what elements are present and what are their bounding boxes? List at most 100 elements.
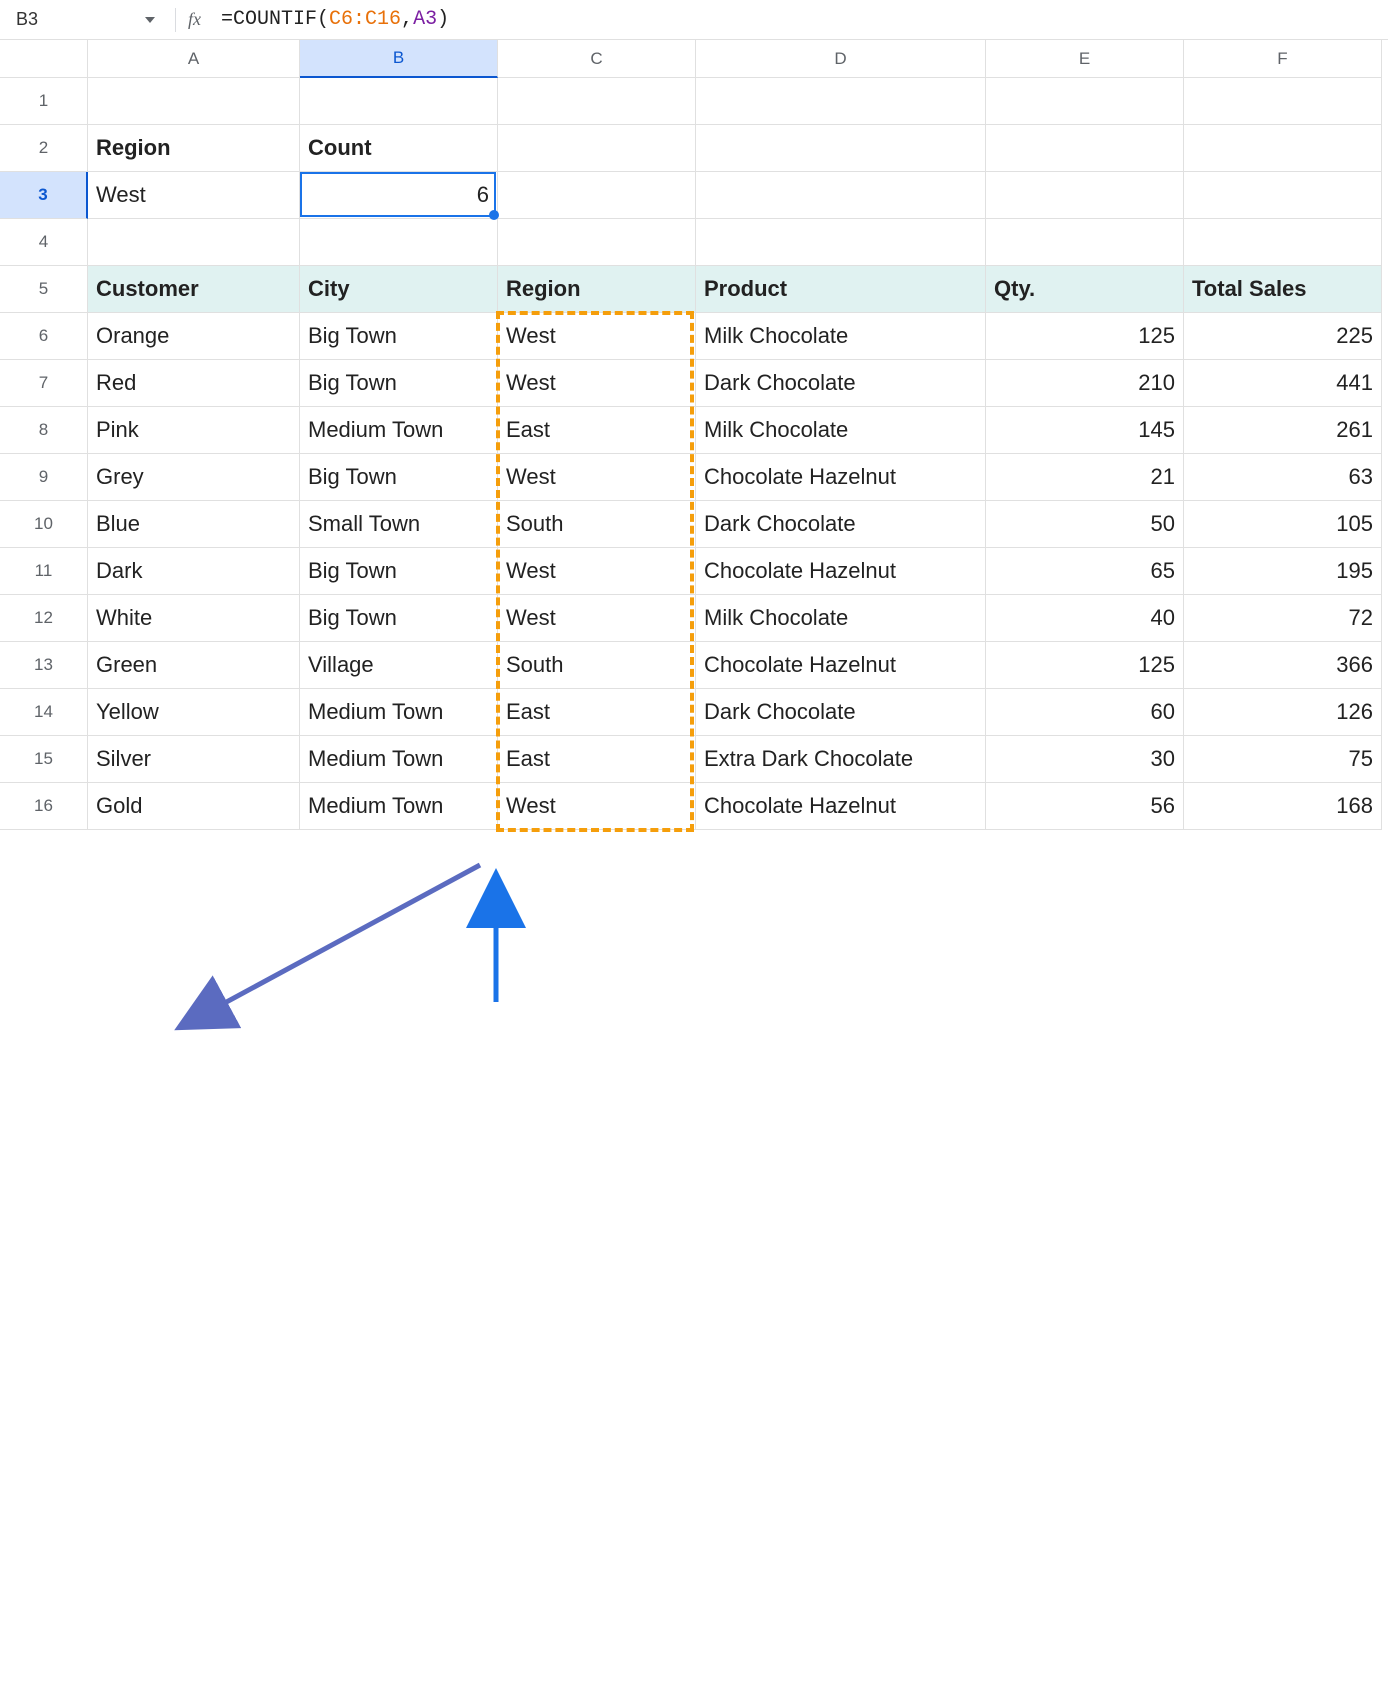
cell[interactable]: Pink — [88, 407, 300, 454]
cell[interactable] — [498, 219, 696, 266]
table-header[interactable]: Customer — [88, 266, 300, 313]
cell[interactable] — [986, 78, 1184, 125]
cell[interactable]: East — [498, 689, 696, 736]
cell[interactable]: West — [498, 595, 696, 642]
table-header[interactable]: Qty. — [986, 266, 1184, 313]
cell[interactable]: 225 — [1184, 313, 1382, 360]
cell[interactable]: Count — [300, 125, 498, 172]
cell[interactable]: East — [498, 736, 696, 783]
cell[interactable]: Dark — [88, 548, 300, 595]
row-header[interactable]: 2 — [0, 125, 88, 172]
cell[interactable]: Blue — [88, 501, 300, 548]
cell[interactable]: Big Town — [300, 360, 498, 407]
cell[interactable] — [986, 172, 1184, 219]
cell[interactable]: East — [498, 407, 696, 454]
select-all-corner[interactable] — [0, 40, 88, 78]
cell[interactable] — [696, 125, 986, 172]
cell[interactable]: South — [498, 642, 696, 689]
row-header[interactable]: 4 — [0, 219, 88, 266]
cell[interactable] — [986, 125, 1184, 172]
cell[interactable]: Green — [88, 642, 300, 689]
cell[interactable]: 40 — [986, 595, 1184, 642]
cell[interactable]: Region — [88, 125, 300, 172]
cell[interactable]: Grey — [88, 454, 300, 501]
cell[interactable]: Gold — [88, 783, 300, 830]
cell[interactable] — [498, 172, 696, 219]
cell[interactable]: 125 — [986, 313, 1184, 360]
row-header[interactable]: 8 — [0, 407, 88, 454]
cell[interactable]: Medium Town — [300, 689, 498, 736]
col-header-A[interactable]: A — [88, 40, 300, 78]
cell[interactable]: 126 — [1184, 689, 1382, 736]
cell[interactable]: 210 — [986, 360, 1184, 407]
table-header[interactable]: Product — [696, 266, 986, 313]
row-header[interactable]: 15 — [0, 736, 88, 783]
cell[interactable]: West — [498, 360, 696, 407]
row-header[interactable]: 13 — [0, 642, 88, 689]
cell[interactable]: 168 — [1184, 783, 1382, 830]
cell[interactable] — [1184, 78, 1382, 125]
cell[interactable]: Big Town — [300, 548, 498, 595]
cell[interactable]: Chocolate Hazelnut — [696, 783, 986, 830]
cell[interactable]: 50 — [986, 501, 1184, 548]
cell[interactable]: White — [88, 595, 300, 642]
cell[interactable]: 21 — [986, 454, 1184, 501]
cell[interactable]: 72 — [1184, 595, 1382, 642]
cell[interactable]: 125 — [986, 642, 1184, 689]
cell[interactable]: Red — [88, 360, 300, 407]
cell-B3[interactable]: 6 — [300, 172, 498, 219]
cell[interactable]: 145 — [986, 407, 1184, 454]
cell[interactable] — [498, 125, 696, 172]
table-header[interactable]: Region — [498, 266, 696, 313]
cell[interactable]: Village — [300, 642, 498, 689]
cell[interactable]: 60 — [986, 689, 1184, 736]
row-header[interactable]: 3 — [0, 172, 88, 219]
cell[interactable]: Milk Chocolate — [696, 595, 986, 642]
cell[interactable]: Small Town — [300, 501, 498, 548]
cell[interactable]: West — [498, 548, 696, 595]
col-header-E[interactable]: E — [986, 40, 1184, 78]
cell[interactable]: 366 — [1184, 642, 1382, 689]
col-header-F[interactable]: F — [1184, 40, 1382, 78]
cell[interactable]: Chocolate Hazelnut — [696, 548, 986, 595]
cell[interactable] — [1184, 172, 1382, 219]
row-header[interactable]: 11 — [0, 548, 88, 595]
cell[interactable]: Dark Chocolate — [696, 689, 986, 736]
cell[interactable] — [300, 78, 498, 125]
cell[interactable] — [696, 219, 986, 266]
cell[interactable]: 105 — [1184, 501, 1382, 548]
cell[interactable]: Medium Town — [300, 407, 498, 454]
cell[interactable]: 30 — [986, 736, 1184, 783]
cell[interactable]: 195 — [1184, 548, 1382, 595]
formula-input[interactable]: =COUNTIF(C6:C16,A3) — [213, 4, 1380, 35]
row-header[interactable]: 16 — [0, 783, 88, 830]
cell[interactable] — [88, 78, 300, 125]
cell[interactable]: Medium Town — [300, 783, 498, 830]
row-header[interactable]: 7 — [0, 360, 88, 407]
cell[interactable]: Chocolate Hazelnut — [696, 642, 986, 689]
cell[interactable]: Big Town — [300, 595, 498, 642]
cell[interactable]: Milk Chocolate — [696, 313, 986, 360]
cell[interactable] — [1184, 125, 1382, 172]
cell[interactable]: West — [498, 783, 696, 830]
row-header[interactable]: 12 — [0, 595, 88, 642]
cell[interactable]: 63 — [1184, 454, 1382, 501]
cell[interactable]: 75 — [1184, 736, 1382, 783]
cell[interactable] — [986, 219, 1184, 266]
spreadsheet-grid[interactable]: A B C D E F 1 2 Region Count 3 West 6 4 … — [0, 40, 1388, 830]
cell[interactable]: 261 — [1184, 407, 1382, 454]
cell[interactable]: 441 — [1184, 360, 1382, 407]
table-header[interactable]: City — [300, 266, 498, 313]
cell[interactable]: Dark Chocolate — [696, 360, 986, 407]
cell[interactable] — [1184, 219, 1382, 266]
cell[interactable]: Extra Dark Chocolate — [696, 736, 986, 783]
name-box[interactable]: B3 — [8, 6, 163, 34]
cell[interactable]: Big Town — [300, 313, 498, 360]
cell[interactable]: 65 — [986, 548, 1184, 595]
row-header[interactable]: 10 — [0, 501, 88, 548]
cell[interactable] — [498, 78, 696, 125]
cell[interactable]: Big Town — [300, 454, 498, 501]
chevron-down-icon[interactable] — [145, 17, 155, 23]
cell[interactable] — [300, 219, 498, 266]
cell[interactable]: Orange — [88, 313, 300, 360]
